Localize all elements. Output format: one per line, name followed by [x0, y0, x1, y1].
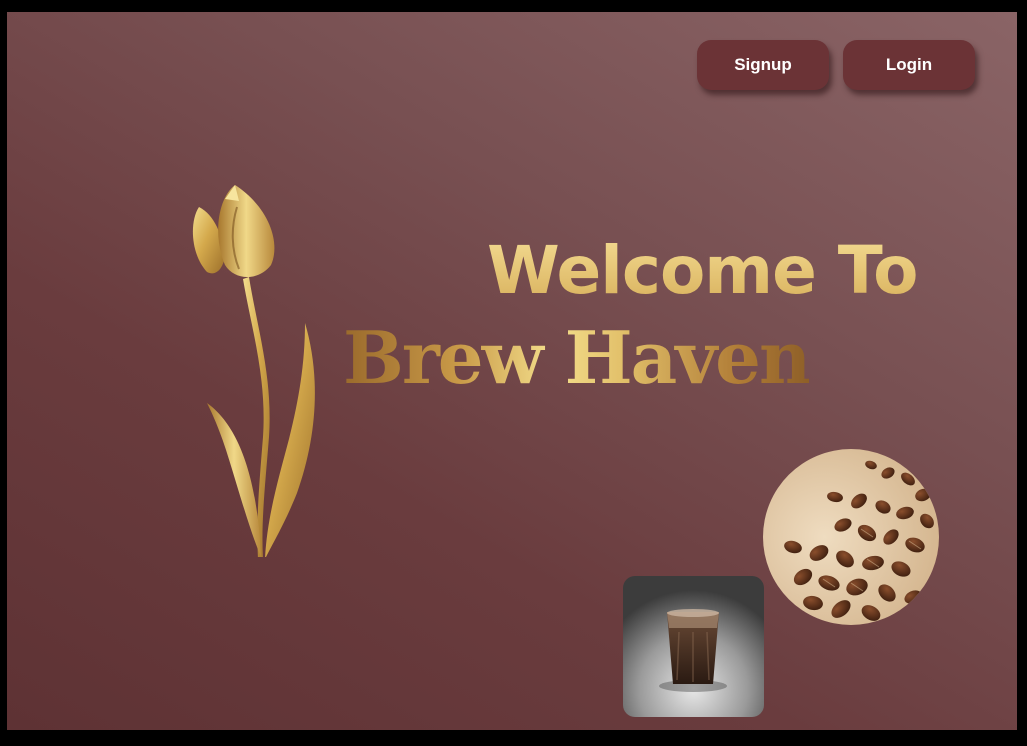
tulip-logo-icon: [192, 185, 315, 557]
login-button[interactable]: Login: [843, 40, 975, 90]
coffee-glass-image: [623, 576, 764, 717]
signup-button[interactable]: Signup: [697, 40, 829, 90]
coffee-beans-image: [763, 449, 939, 625]
landing-page: Signup Login Welcome To Brew Haven: [7, 12, 1017, 730]
welcome-heading: Welcome To: [487, 232, 918, 309]
brand-title: Brew Haven: [343, 315, 811, 400]
